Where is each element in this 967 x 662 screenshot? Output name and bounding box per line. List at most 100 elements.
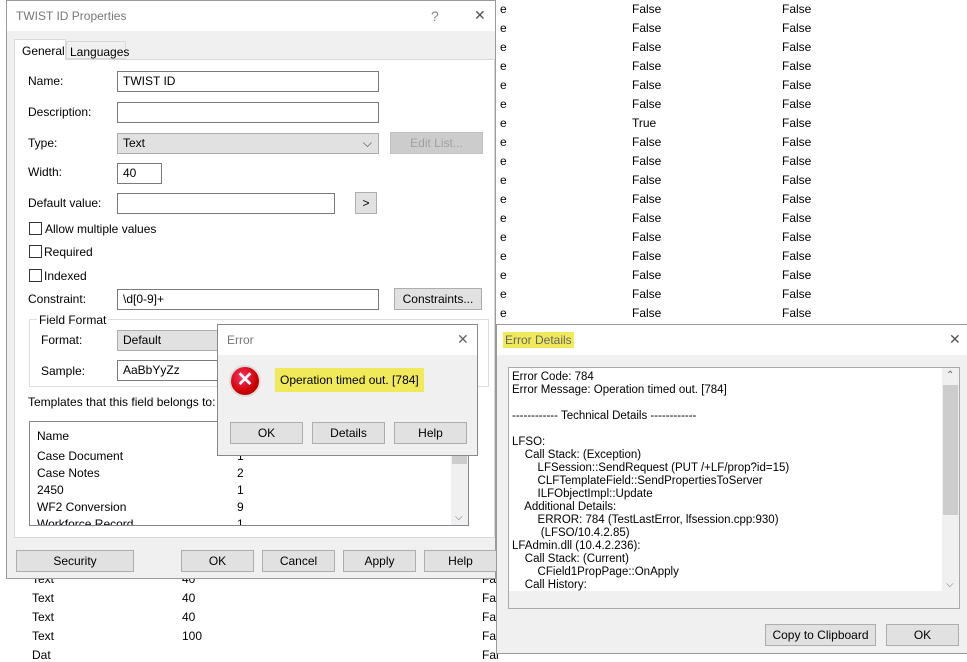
chevron-down-icon: ⌵ bbox=[362, 136, 372, 150]
ok-button[interactable]: OK bbox=[886, 624, 959, 646]
grid-cell: e bbox=[500, 97, 507, 111]
list-item[interactable]: Workforce Record 1 bbox=[30, 517, 450, 526]
details-textbox[interactable]: Error Code: 784 Error Message: Operation … bbox=[508, 367, 960, 609]
required-checkbox[interactable] bbox=[29, 245, 42, 258]
grid-cell: Dat bbox=[32, 648, 51, 662]
description-input[interactable] bbox=[117, 102, 379, 123]
grid-cell: False bbox=[632, 135, 662, 149]
ok-button[interactable]: OK bbox=[181, 550, 254, 572]
dialog-title: Error bbox=[227, 333, 254, 347]
grid-cell: False bbox=[632, 59, 662, 73]
detail-line: ERROR: 784 (TestLastError, lfsession.cpp… bbox=[512, 514, 779, 526]
scrollbar-thumb[interactable] bbox=[943, 385, 958, 515]
grid-cell: False bbox=[782, 59, 812, 73]
dialog-title: TWIST ID Properties bbox=[16, 9, 127, 23]
grid-cell: e bbox=[500, 306, 507, 320]
list-item[interactable]: 2450 1 bbox=[30, 483, 450, 500]
template-name: Case Notes bbox=[37, 466, 100, 480]
grid-cell: False bbox=[782, 287, 812, 301]
grid-cell: False bbox=[782, 306, 812, 320]
edit-list-button[interactable]: Edit List... bbox=[390, 132, 483, 154]
grid-cell: e bbox=[500, 173, 507, 187]
grid-cell: False bbox=[632, 2, 662, 16]
grid-cell: False bbox=[632, 154, 662, 168]
detail-line: ------------ Technical Details ---------… bbox=[512, 410, 697, 422]
name-label: Name: bbox=[28, 74, 64, 88]
grid-cell: e bbox=[500, 230, 507, 244]
width-input[interactable]: 40 bbox=[117, 163, 162, 184]
grid-cell: e bbox=[500, 268, 507, 282]
format-label: Format: bbox=[41, 333, 83, 347]
grid-cell: e bbox=[500, 249, 507, 263]
detail-line: CLFTemplateField::SendPropertiesToServer bbox=[512, 475, 763, 487]
constraints-button[interactable]: Constraints... bbox=[394, 288, 482, 310]
detail-line: Call Stack: (Current) bbox=[512, 553, 629, 565]
type-select[interactable]: Text ⌵ bbox=[117, 133, 379, 154]
chevron-down-icon[interactable]: ⌵ bbox=[455, 512, 463, 523]
field-format-label: Field Format bbox=[37, 313, 109, 327]
close-icon[interactable]: ✕ bbox=[457, 331, 469, 348]
grid-cell: False bbox=[782, 116, 812, 130]
chevron-up-icon[interactable]: ⌃ bbox=[946, 370, 954, 381]
grid-cell: False bbox=[782, 135, 812, 149]
indexed-checkbox[interactable] bbox=[29, 269, 42, 282]
detail-line: LFAdmin.dll (10.4.2.236): bbox=[512, 540, 641, 552]
template-name: Workforce Record bbox=[37, 517, 134, 526]
copy-to-clipboard-button[interactable]: Copy to Clipboard bbox=[765, 624, 876, 646]
help-icon[interactable]: ? bbox=[431, 8, 439, 24]
close-icon[interactable]: ✕ bbox=[949, 331, 961, 348]
ok-button[interactable]: OK bbox=[230, 422, 303, 444]
grid-cell: True bbox=[632, 116, 657, 130]
grid-cell: False bbox=[782, 2, 812, 16]
grid-cell: e bbox=[500, 154, 507, 168]
tab-general[interactable]: General bbox=[14, 39, 66, 60]
allow-multiple-checkbox[interactable] bbox=[29, 222, 42, 235]
detail-line: Additional Details: bbox=[512, 501, 617, 513]
template-count: 1 bbox=[237, 483, 244, 497]
horizontal-scrollbar[interactable] bbox=[509, 591, 959, 608]
details-button[interactable]: Details bbox=[312, 422, 385, 444]
column-header-name: Name bbox=[37, 429, 70, 443]
name-input[interactable]: TWIST ID bbox=[117, 71, 379, 92]
tab-languages[interactable]: Languages bbox=[66, 41, 129, 59]
template-name: Case Document bbox=[37, 449, 124, 463]
default-value-input[interactable] bbox=[117, 193, 335, 214]
grid-cell: e bbox=[500, 287, 507, 301]
default-value-arrow-button[interactable]: > bbox=[355, 192, 377, 214]
grid-cell: False bbox=[782, 78, 812, 92]
detail-line: LFSO: bbox=[512, 436, 546, 448]
grid-cell: False bbox=[782, 230, 812, 244]
default-value-label: Default value: bbox=[28, 196, 102, 210]
help-button[interactable]: Help bbox=[394, 422, 467, 444]
title-bar: Error ✕ bbox=[218, 325, 477, 355]
grid-cell: False bbox=[632, 249, 662, 263]
vertical-scrollbar[interactable]: ⌃ ⌵ bbox=[942, 368, 959, 592]
properties-dialog: TWIST ID Properties ? ✕ General Language… bbox=[6, 0, 497, 579]
grid-cell: False bbox=[632, 230, 662, 244]
security-button[interactable]: Security bbox=[16, 550, 134, 572]
grid-cell: False bbox=[782, 249, 812, 263]
detail-line: Error Message: Operation timed out. [784… bbox=[512, 384, 727, 396]
template-count: 1 bbox=[237, 517, 244, 526]
detail-line: Error Code: 784 bbox=[512, 371, 594, 383]
error-details-dialog: Error Details ✕ Error Code: 784 Error Mes… bbox=[496, 324, 967, 654]
error-icon: ✕ bbox=[229, 365, 261, 397]
detail-line: (LFSO/10.4.2.85) bbox=[512, 527, 630, 539]
constraint-input[interactable]: \d[0-9]+ bbox=[117, 289, 379, 310]
apply-button[interactable]: Apply bbox=[343, 550, 416, 572]
cancel-button[interactable]: Cancel bbox=[262, 550, 335, 572]
title-bar: Error Details ✕ bbox=[497, 325, 967, 355]
required-label: Required bbox=[44, 245, 93, 259]
close-icon[interactable]: ✕ bbox=[474, 7, 486, 24]
grid-cell: e bbox=[500, 116, 507, 130]
help-button[interactable]: Help bbox=[424, 550, 497, 572]
grid-cell: False bbox=[782, 97, 812, 111]
indexed-label: Indexed bbox=[44, 269, 87, 283]
chevron-down-icon[interactable]: ⌵ bbox=[946, 579, 954, 590]
detail-line: Call Stack: (Exception) bbox=[512, 449, 642, 461]
sample-label: Sample: bbox=[41, 364, 86, 378]
grid-cell: e bbox=[500, 135, 507, 149]
grid-cell: Text bbox=[32, 591, 55, 605]
list-item[interactable]: Case Notes 2 bbox=[30, 466, 450, 483]
list-item[interactable]: WF2 Conversion 9 bbox=[30, 500, 450, 517]
